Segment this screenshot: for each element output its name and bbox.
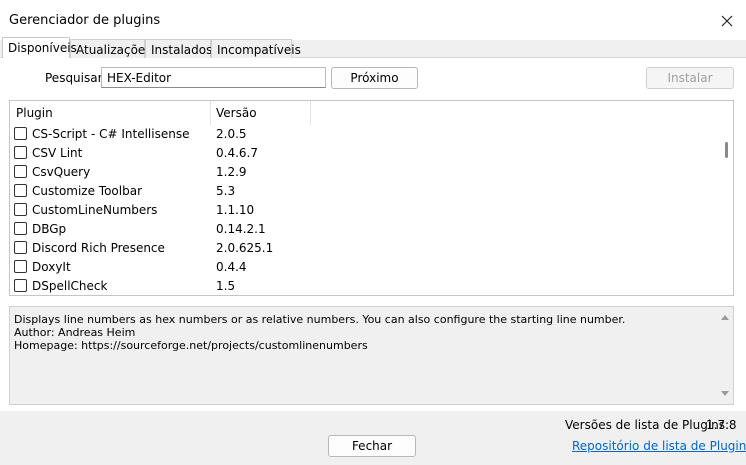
next-button[interactable]: Próximo	[331, 67, 418, 89]
scrollbar-thumb[interactable]	[725, 142, 728, 158]
plugin-description: Displays line numbers as hex numbers or …	[9, 306, 734, 405]
scroll-up-icon[interactable]	[721, 315, 729, 320]
plugin-list: Plugin Versão CS-Script - C# Intellisens…	[9, 100, 734, 296]
list-item[interactable]: DSpellCheck 1.5	[10, 277, 723, 295]
plugin-checkbox[interactable]	[14, 127, 27, 140]
tab-label: Incompatíveis	[217, 43, 301, 57]
plugin-version: 0.14.2.1	[216, 222, 266, 236]
tab-incompatible[interactable]: Incompatíveis	[211, 39, 301, 58]
list-item[interactable]: CSV Lint 0.4.6.7	[10, 144, 723, 163]
tab-installed[interactable]: Instalados	[145, 39, 213, 58]
close-icon	[721, 15, 733, 27]
tab-updates[interactable]: Atualizações	[70, 39, 152, 58]
plugin-version: 1.5	[216, 279, 236, 293]
list-version-label: Versões de lista de Plugins:	[565, 418, 730, 432]
plugin-version: 2.0.625.1	[216, 241, 274, 255]
plugin-name: DSpellCheck	[32, 279, 108, 293]
tab-label: Instalados	[151, 43, 213, 57]
plugin-checkbox[interactable]	[14, 279, 27, 292]
search-input[interactable]	[101, 67, 326, 88]
search-label: Pesquisar:	[45, 71, 107, 85]
column-header-version[interactable]: Versão	[210, 101, 310, 125]
description-homepage: Homepage: https://sourceforge.net/projec…	[14, 339, 368, 352]
list-item[interactable]: DoxyIt 0.4.4	[10, 258, 723, 277]
list-item[interactable]: CsvQuery 1.2.9	[10, 163, 723, 182]
plugin-version: 5.3	[216, 184, 236, 198]
plugin-version: 2.0.5	[216, 127, 247, 141]
plugin-version: 1.1.10	[216, 203, 255, 217]
list-item[interactable]: Discord Rich Presence 2.0.625.1	[10, 239, 723, 258]
list-item[interactable]: CS-Script - C# Intellisense 2.0.5	[10, 125, 723, 144]
plugin-checkbox[interactable]	[14, 222, 27, 235]
tab-strip: Disponíveis Atualizações Instalados Inco…	[0, 37, 746, 58]
window-title: Gerenciador de plugins	[9, 13, 161, 28]
column-divider[interactable]	[310, 101, 311, 125]
description-scrollbar[interactable]	[717, 307, 733, 404]
title-bar: Gerenciador de plugins	[0, 0, 746, 40]
plugin-checkbox[interactable]	[14, 241, 27, 254]
plugin-name: Discord Rich Presence	[32, 241, 165, 255]
plugin-name: Customize Toolbar	[32, 184, 143, 198]
install-button[interactable]: Instalar	[646, 67, 734, 89]
description-author: Author: Andreas Heim	[14, 326, 136, 339]
list-item[interactable]: DBGp 0.14.2.1	[10, 220, 723, 239]
plugin-checkbox[interactable]	[14, 184, 27, 197]
plugin-name: CSV Lint	[32, 146, 83, 160]
description-text: Displays line numbers as hex numbers or …	[14, 313, 626, 326]
plugin-version: 0.4.4	[216, 260, 247, 274]
list-version-value: 1.7.8	[706, 418, 737, 432]
plugin-name: CS-Script - C# Intellisense	[32, 127, 190, 141]
tab-label: Disponíveis	[8, 41, 77, 55]
plugin-checkbox[interactable]	[14, 203, 27, 216]
close-button[interactable]: Fechar	[328, 435, 416, 457]
plugin-checkbox[interactable]	[14, 260, 27, 273]
repo-link[interactable]: Repositório de lista de Plugins	[572, 439, 746, 453]
tab-available[interactable]: Disponíveis	[2, 37, 77, 58]
plugin-checkbox[interactable]	[14, 146, 27, 159]
list-scrollbar[interactable]	[721, 101, 733, 295]
plugin-checkbox[interactable]	[14, 165, 27, 178]
list-item[interactable]: CustomLineNumbers 1.1.10	[10, 201, 723, 220]
tab-label: Atualizações	[76, 43, 152, 57]
plugin-name: CustomLineNumbers	[32, 203, 158, 217]
plugin-version: 1.2.9	[216, 165, 247, 179]
column-header-plugin[interactable]: Plugin	[10, 101, 210, 125]
scroll-down-icon[interactable]	[721, 391, 729, 396]
plugin-name: CsvQuery	[32, 165, 91, 179]
plugin-name: DBGp	[32, 222, 67, 236]
list-item[interactable]: Customize Toolbar 5.3	[10, 182, 723, 201]
close-window-button[interactable]	[712, 8, 742, 34]
list-header: Plugin Versão	[10, 101, 723, 125]
plugin-name: DoxyIt	[32, 260, 71, 274]
plugin-version: 0.4.6.7	[216, 146, 258, 160]
